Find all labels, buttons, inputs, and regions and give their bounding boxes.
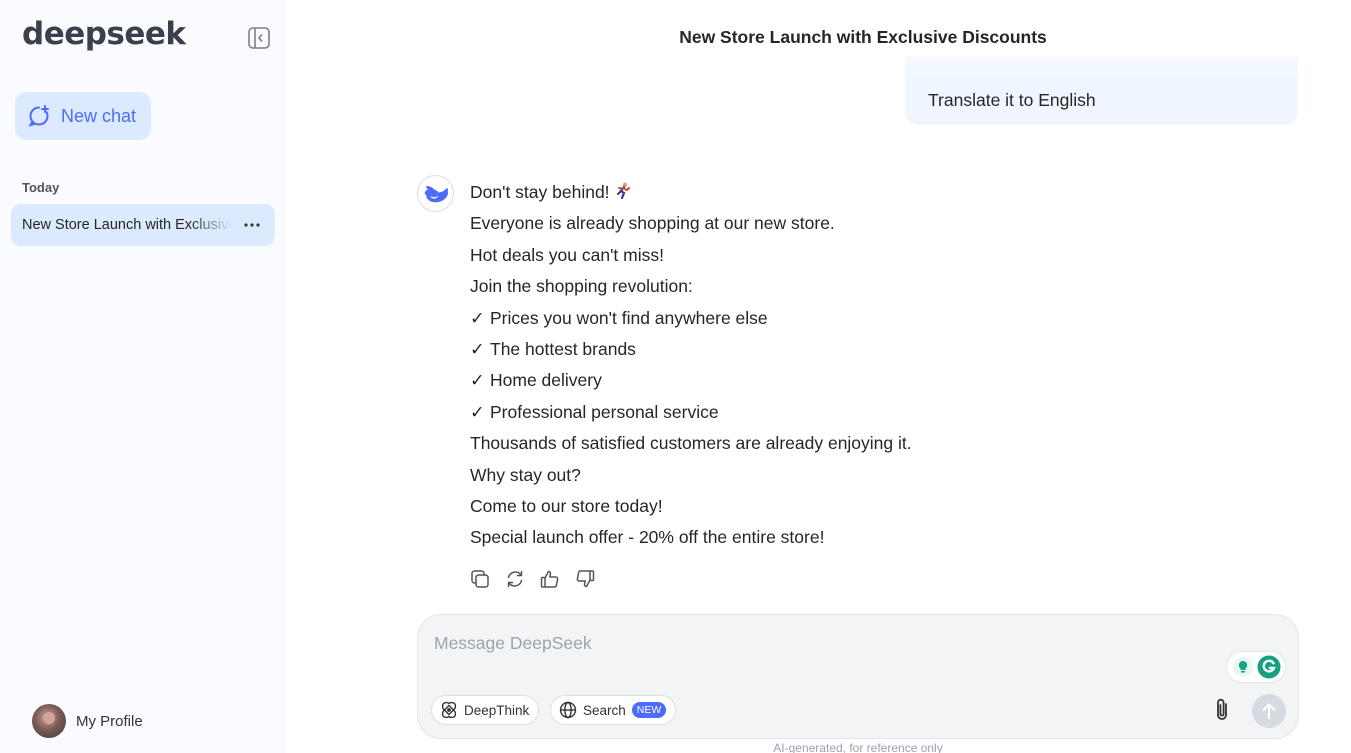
- chat-title: New Store Launch with Exclusive Discount…: [679, 27, 1047, 47]
- deepseek-logo: deepseek: [22, 16, 186, 52]
- check-icon: ✓: [470, 339, 485, 360]
- answer-checklist-item: ✓ Home delivery: [470, 365, 1110, 396]
- answer-line: Hot deals you can't miss!: [470, 244, 664, 265]
- copy-button[interactable]: [470, 567, 490, 591]
- copy-icon: [471, 570, 489, 588]
- deepthink-icon: [441, 701, 457, 719]
- answer-checklist-item: ✓ Professional personal service: [470, 397, 1110, 428]
- deepthink-label: DeepThink: [464, 702, 530, 718]
- section-today-label: Today: [22, 180, 60, 195]
- arrow-up-icon: [1262, 703, 1276, 719]
- sidebar-collapse-icon: [248, 27, 270, 49]
- answer-line: Special launch offer - 20% off the entir…: [470, 527, 825, 548]
- message-input[interactable]: [434, 629, 1194, 657]
- answer-line: Everyone is already shopping at our new …: [470, 213, 835, 234]
- search-label: Search: [583, 702, 626, 718]
- assistant-answer: Don't stay behind! Everyone is already s…: [470, 177, 1110, 554]
- new-chat-icon: [28, 105, 49, 127]
- profile-label: My Profile: [76, 712, 143, 730]
- regenerate-icon: [507, 570, 523, 588]
- thumbs-down-icon: [576, 570, 595, 588]
- chat-item-label: New Store Launch with Exclusive Discount…: [22, 217, 232, 233]
- paperclip-icon: [1217, 698, 1227, 720]
- attach-file-button[interactable]: [1210, 697, 1234, 723]
- lightbulb-icon: [1232, 657, 1253, 677]
- check-icon: ✓: [470, 370, 485, 391]
- grammarly-icon: [1257, 655, 1280, 679]
- send-button[interactable]: [1252, 694, 1286, 728]
- sidebar: deepseek New chat Today New Store Launch…: [0, 0, 286, 753]
- sidebar-chat-item[interactable]: New Store Launch with Exclusive Discount…: [11, 204, 275, 246]
- profile-button[interactable]: My Profile: [32, 704, 143, 738]
- running-person-emoji-icon: [616, 182, 630, 200]
- chat-main: New Store Launch with Exclusive Discount…: [286, 0, 1351, 753]
- answer-line: Join the shopping revolution:: [470, 276, 693, 297]
- message-composer: DeepThink Search NEW: [417, 614, 1299, 739]
- answer-actions: [470, 567, 595, 591]
- whale-icon: [424, 185, 448, 202]
- answer-checklist-item: ✓ The hottest brands: [470, 334, 1110, 365]
- user-message-bubble: Translate it to English: [905, 56, 1298, 125]
- thumbs-up-icon: [540, 570, 559, 588]
- more-options-icon[interactable]: [241, 214, 263, 236]
- thumbs-up-button[interactable]: [540, 567, 560, 591]
- answer-line: Come to our store today!: [470, 496, 663, 517]
- ai-disclaimer: AI-generated, for reference only: [773, 741, 943, 753]
- deepseek-avatar: [417, 175, 454, 212]
- avatar: [32, 704, 66, 738]
- thumbs-down-button[interactable]: [575, 567, 595, 591]
- search-toggle[interactable]: Search NEW: [550, 695, 677, 725]
- regenerate-button[interactable]: [505, 567, 525, 591]
- user-message-text: Translate it to English: [928, 90, 1096, 110]
- new-chat-label: New chat: [61, 105, 137, 126]
- grammarly-widget[interactable]: [1227, 652, 1285, 682]
- collapse-sidebar-button[interactable]: [247, 26, 271, 50]
- app-window: deepseek New chat Today New Store Launch…: [0, 0, 1351, 753]
- deepthink-toggle[interactable]: DeepThink: [431, 695, 540, 725]
- check-icon: ✓: [470, 401, 485, 422]
- globe-icon: [559, 701, 577, 719]
- new-chat-button[interactable]: New chat: [15, 92, 151, 140]
- answer-line: Why stay out?: [470, 464, 581, 485]
- answer-line: Thousands of satisfied customers are alr…: [470, 433, 912, 454]
- answer-line: Don't stay behind!: [470, 177, 1110, 208]
- answer-checklist-item: ✓ Prices you won't find anywhere else: [470, 303, 1110, 334]
- new-badge: NEW: [631, 702, 667, 718]
- check-icon: ✓: [470, 307, 485, 328]
